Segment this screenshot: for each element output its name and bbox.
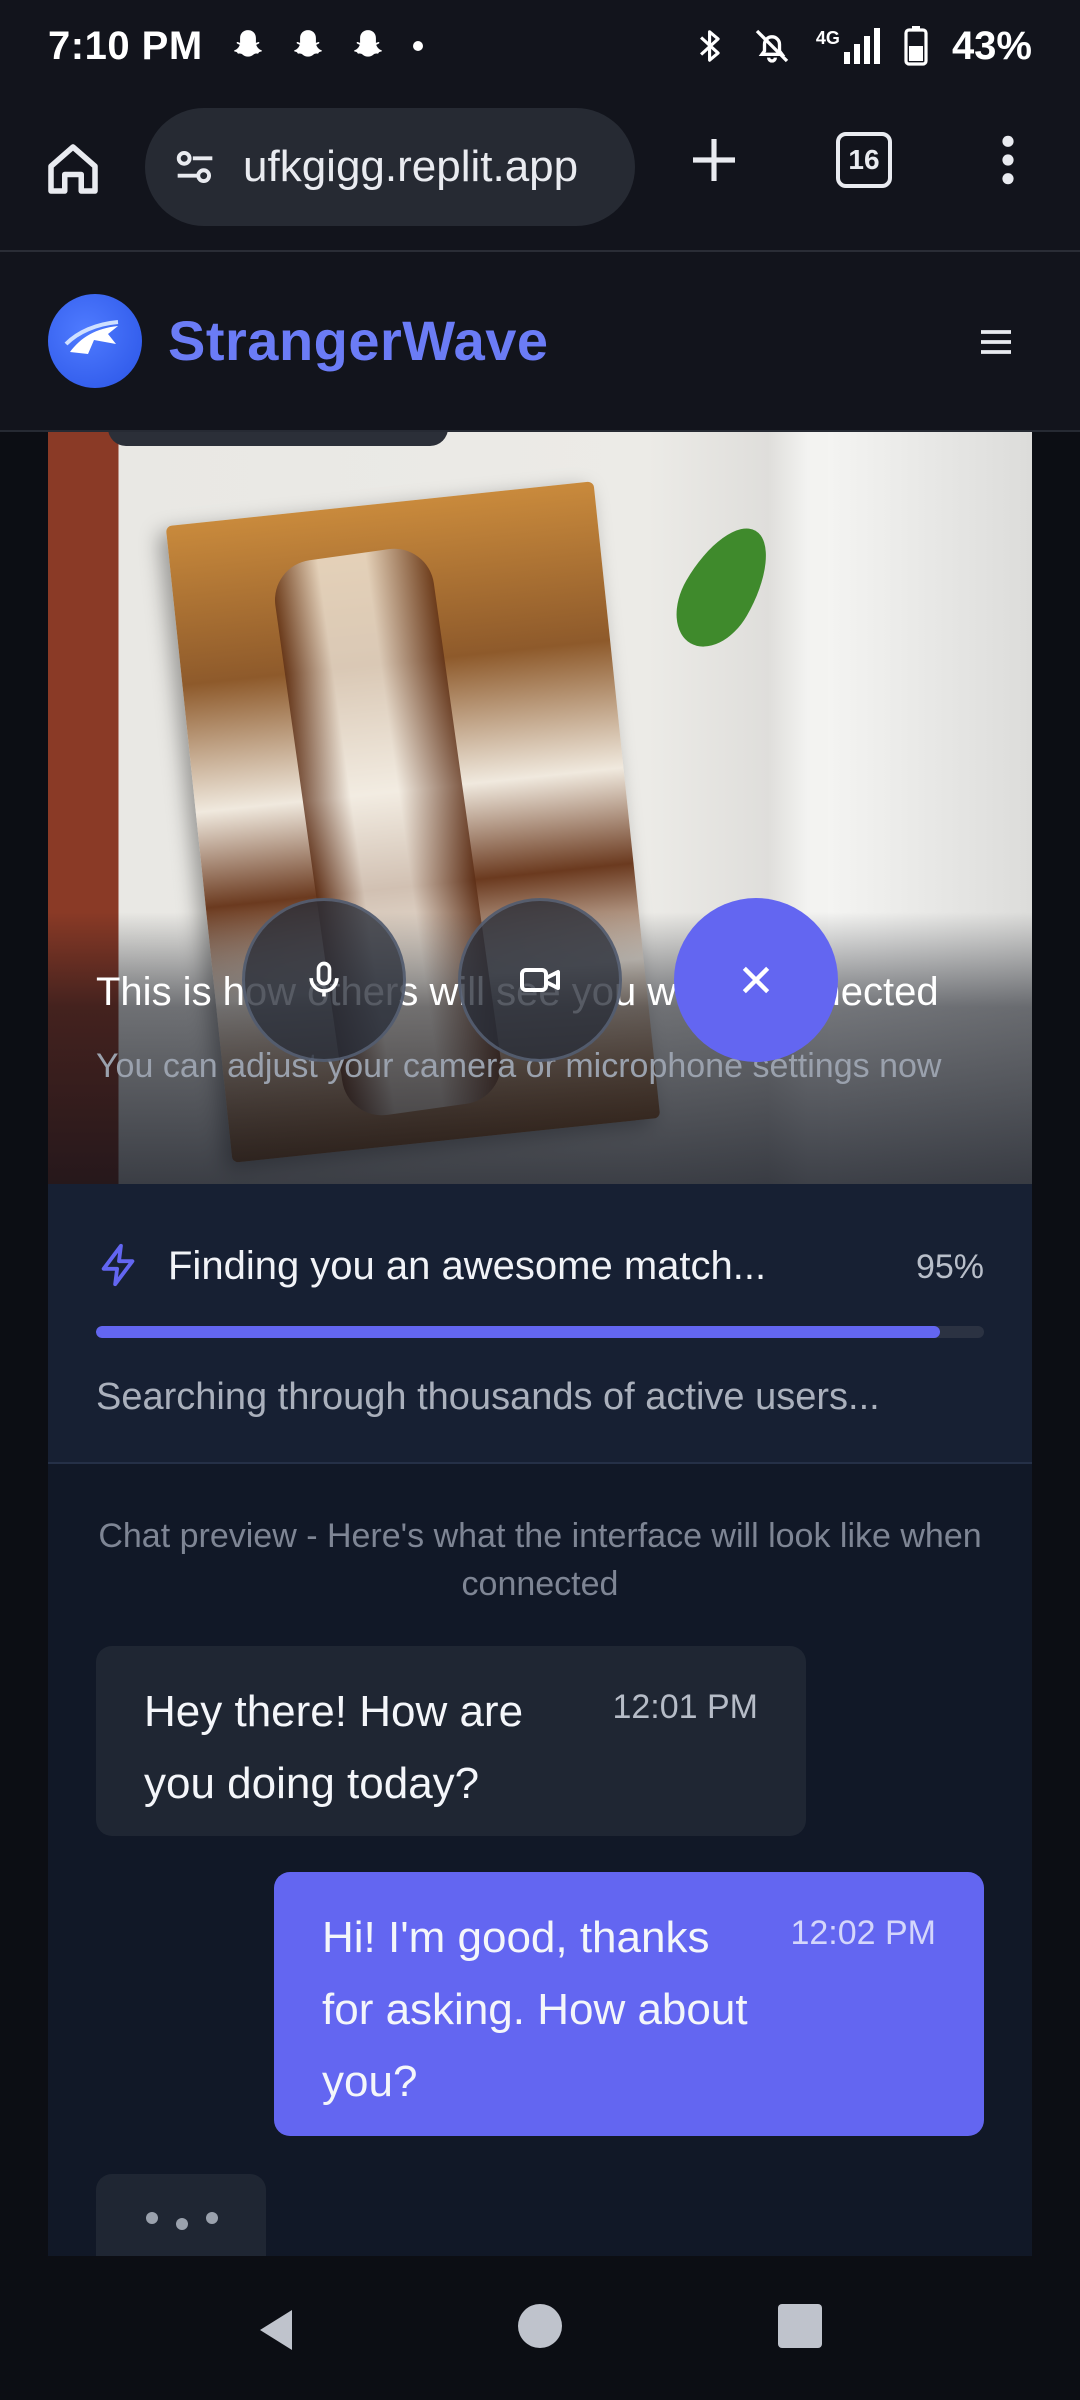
- url-text: ufkgigg.replit.app: [243, 142, 579, 191]
- microphone-icon: [309, 961, 339, 997]
- notification-icons: [229, 27, 423, 65]
- preview-badge: [108, 432, 448, 446]
- address-bar[interactable]: ufkgigg.replit.app: [145, 108, 635, 226]
- signal-icon: 4G: [816, 28, 880, 64]
- system-navigation-bar: [0, 2256, 1080, 2400]
- chat-message-outgoing: Hi! I'm good, thanks for asking. How abo…: [274, 1872, 984, 2136]
- brand-name[interactable]: StrangerWave: [168, 308, 549, 373]
- snapchat-icon: [353, 30, 382, 57]
- matching-percent: 95%: [915, 1248, 984, 1286]
- matching-detail: Searching through thousands of active us…: [96, 1376, 880, 1418]
- recent-apps-icon[interactable]: [778, 2304, 822, 2348]
- tab-switcher-button[interactable]: 16: [836, 132, 892, 188]
- hamburger-menu-icon[interactable]: [976, 322, 1016, 362]
- home-icon[interactable]: [40, 136, 106, 202]
- matching-progress-bar: [96, 1326, 984, 1338]
- main-content: This is how others will see you when con…: [48, 432, 1032, 2256]
- camera-preview: This is how others will see you when con…: [48, 432, 1032, 1184]
- chat-message-incoming: Hey there! How are you doing today? 12:0…: [96, 1646, 806, 1836]
- battery-icon: [904, 26, 928, 66]
- snapchat-icon: [293, 30, 322, 57]
- back-icon[interactable]: [252, 2304, 300, 2356]
- bell-muted-icon: [755, 29, 789, 63]
- browser-toolbar: ufkgigg.replit.app 16: [0, 92, 1080, 252]
- typing-indicator: [96, 2174, 266, 2256]
- video-camera-icon: [520, 968, 560, 992]
- end-call-button[interactable]: [674, 898, 838, 1062]
- message-time: 12:02 PM: [790, 1914, 936, 1952]
- bluetooth-icon: [699, 30, 720, 62]
- app-logo: [48, 294, 142, 388]
- matching-progress-fill: [96, 1326, 940, 1338]
- close-icon: [742, 966, 770, 994]
- more-notifications-dot: [412, 41, 423, 51]
- status-bar: 7:10 PM 4G 43%: [0, 0, 1080, 92]
- lightning-icon: [101, 1243, 135, 1287]
- new-tab-icon[interactable]: [686, 132, 742, 188]
- microphone-toggle-button[interactable]: [242, 898, 406, 1062]
- message-text: Hey there! How are you doing today?: [144, 1687, 524, 1808]
- status-time: 7:10 PM: [48, 23, 203, 68]
- app-header: StrangerWave: [0, 252, 1080, 432]
- network-type: 4G: [815, 28, 840, 48]
- more-menu-icon[interactable]: [995, 132, 1021, 188]
- camera-toggle-button[interactable]: [458, 898, 622, 1062]
- message-text: Hi! I'm good, thanks for asking. How abo…: [322, 1913, 748, 2106]
- battery-percent: 43%: [951, 23, 1032, 68]
- matching-status: Finding you an awesome match... 95% Sear…: [48, 1184, 1032, 1464]
- home-nav-icon[interactable]: [518, 2304, 562, 2348]
- matching-label: Finding you an awesome match...: [168, 1244, 767, 1288]
- snapchat-icon: [233, 30, 262, 57]
- message-time: 12:01 PM: [612, 1688, 758, 1726]
- chat-preview-note: Chat preview - Here's what the interface…: [98, 1517, 982, 1603]
- site-settings-icon[interactable]: [169, 141, 221, 193]
